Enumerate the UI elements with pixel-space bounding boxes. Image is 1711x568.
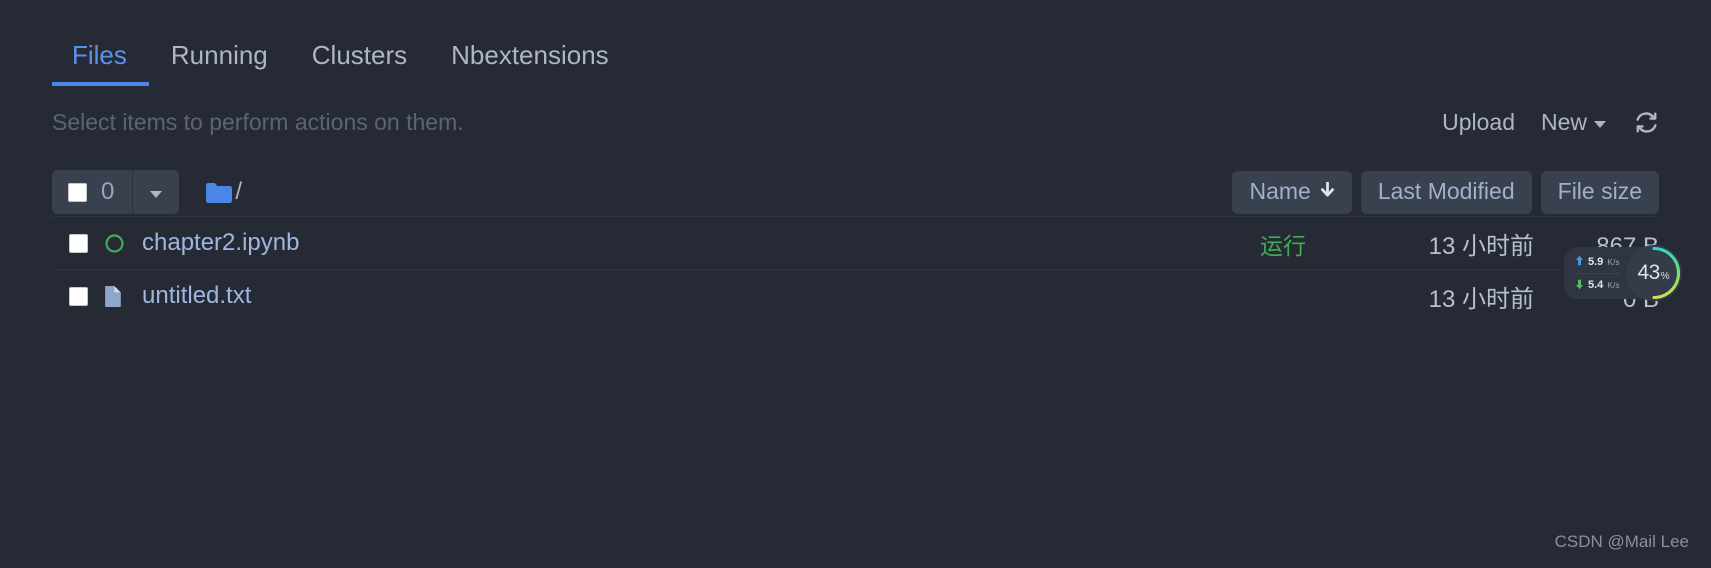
breadcrumb-path: / [235,178,243,205]
toolbar-actions: Upload New [1442,109,1659,136]
selection-hint-text: Select items to perform actions on them. [52,108,464,135]
selected-count-label: 0 [101,178,115,205]
file-row-left: chapter2.ipynb [69,229,299,257]
file-name-link[interactable]: chapter2.ipynb [142,229,299,257]
arrow-down-icon [1575,278,1584,294]
file-modified: 13 小时前 [1428,232,1534,260]
select-all-group: 0 [52,170,180,214]
refresh-icon[interactable] [1634,110,1659,135]
text-file-icon [104,285,126,308]
arrow-up-icon [1575,254,1584,270]
select-all-checkbox[interactable] [68,182,87,202]
tab-nbextensions[interactable]: Nbextensions [429,42,631,86]
sort-descending-arrow-icon [1320,180,1335,203]
tab-running[interactable]: Running [149,42,290,86]
notebook-running-icon [104,233,126,254]
action-toolbar: Select items to perform actions on them.… [0,86,1711,144]
watermark: CSDN @Mail Lee [1554,532,1689,551]
network-monitor-widget[interactable]: 5.9 K/s 5.4 K/s 43 % [1564,241,1682,305]
upload-button-label: Upload [1442,108,1515,135]
tab-files[interactable]: Files [52,42,149,86]
upload-speed-value: 5.9 [1588,255,1604,268]
gauge-reading: 43 % [1637,261,1669,285]
select-all-dropdown-button[interactable] [133,170,180,214]
cpu-usage-gauge: 43 % [1625,245,1682,301]
sort-by-file-size-label: File size [1557,177,1642,204]
status-badge: 运行 [1260,232,1306,259]
upload-speed-unit: K/s [1607,256,1620,267]
file-row-left: untitled.txt [69,282,251,310]
tab-clusters[interactable]: Clusters [290,42,429,86]
row-checkbox[interactable] [69,286,88,306]
chevron-down-icon [150,190,163,198]
file-name-link[interactable]: untitled.txt [142,282,251,310]
gauge-unit: % [1660,271,1670,282]
upload-button[interactable]: Upload [1442,109,1515,136]
select-all-box[interactable]: 0 [52,170,134,214]
folder-icon [205,181,233,204]
file-modified: 13 小时前 [1428,285,1534,313]
table-row[interactable]: chapter2.ipynb 运行 13 小时前 867 B [52,216,1659,269]
file-list-header: 0 / Name Last Modified File size [52,168,1659,216]
chevron-down-icon [1594,120,1606,128]
upload-speed-line: 5.9 K/s [1575,252,1620,272]
gauge-value: 43 [1637,261,1660,284]
file-browser-list: 0 / Name Last Modified File size chapter… [52,168,1659,322]
breadcrumb[interactable]: / [205,178,242,206]
sort-by-name-button[interactable]: Name [1232,170,1352,214]
sort-by-last-modified-button[interactable]: Last Modified [1360,170,1532,214]
sort-by-file-size-button[interactable]: File size [1540,170,1659,214]
new-dropdown-label: New [1540,108,1587,135]
sort-by-name-label: Name [1249,177,1311,204]
download-speed-unit: K/s [1607,280,1620,291]
table-row[interactable]: untitled.txt 13 小时前 0 B [52,269,1659,322]
main-tab-bar: Files Running Clusters Nbextensions [0,0,1711,86]
new-dropdown-button[interactable]: New [1541,109,1606,136]
download-speed-line: 5.4 K/s [1575,273,1620,294]
column-sort-buttons: Name Last Modified File size [1232,170,1659,214]
download-speed-value: 5.4 [1588,279,1604,292]
sort-by-last-modified-label: Last Modified [1377,177,1515,204]
row-checkbox[interactable] [69,233,88,253]
